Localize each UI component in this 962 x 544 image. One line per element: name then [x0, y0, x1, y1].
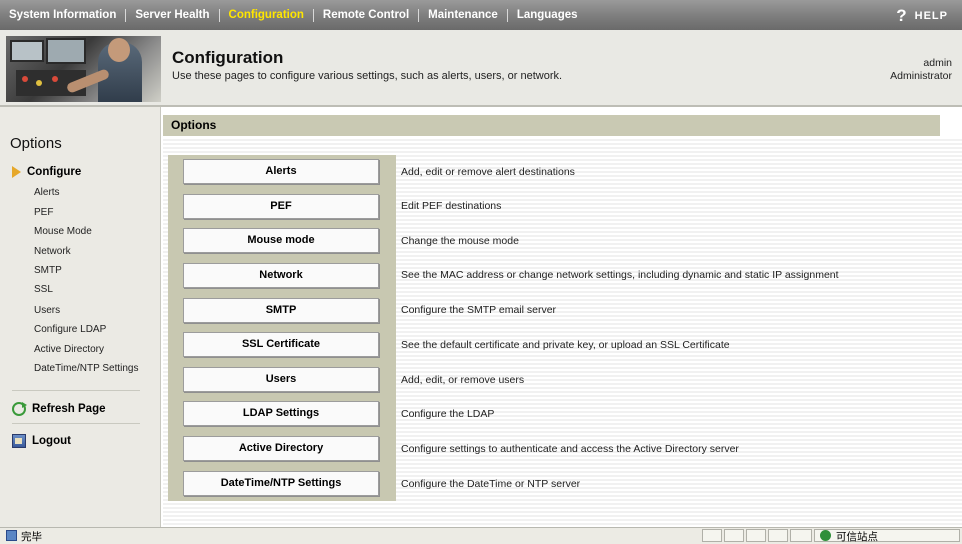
browser-status-bar: 完毕 可信站点 [0, 527, 962, 544]
sidebar-section-configure[interactable]: Configure [12, 166, 81, 178]
sidebar-link-smtp[interactable]: SMTP [34, 265, 62, 276]
arrow-right-icon [12, 166, 21, 178]
nav-system-information[interactable]: System Information [0, 9, 125, 21]
security-zone-text: 可信站点 [836, 531, 878, 543]
sidebar-link-configure-ldap[interactable]: Configure LDAP [34, 324, 106, 335]
nav-configuration[interactable]: Configuration [220, 9, 313, 21]
sidebar-link-mouse-mode[interactable]: Mouse Mode [34, 226, 92, 237]
header-photo [6, 36, 161, 102]
pef-button[interactable]: PEF [183, 194, 379, 219]
status-panel [702, 529, 722, 542]
users-description: Add, edit, or remove users [401, 374, 525, 386]
logout-icon [12, 434, 26, 448]
alerts-button[interactable]: Alerts [183, 159, 379, 184]
smtp-description: Configure the SMTP email server [401, 304, 557, 316]
network-button[interactable]: Network [183, 263, 379, 288]
smtp-button[interactable]: SMTP [183, 298, 379, 323]
help-icon: ? [896, 6, 907, 25]
user-name: admin [923, 57, 952, 69]
page-subtitle: Use these pages to configure various set… [172, 70, 563, 82]
status-panel [746, 529, 766, 542]
network-description: See the MAC address or change network se… [401, 269, 839, 281]
page-title: Configuration [172, 48, 284, 67]
nav-server-health[interactable]: Server Health [126, 9, 218, 21]
sidebar-link-network[interactable]: Network [34, 246, 71, 257]
user-role: Administrator [890, 70, 952, 82]
user-info: admin Administrator [890, 57, 952, 83]
status-panel [790, 529, 812, 542]
users-button[interactable]: Users [183, 367, 379, 392]
sidebar-divider [12, 423, 140, 424]
ssl-certificate-description: See the default certificate and private … [401, 339, 730, 351]
refresh-icon [12, 402, 27, 416]
sidebar-title: Options [10, 135, 62, 152]
sidebar-divider [12, 390, 140, 391]
sidebar-link-active-directory[interactable]: Active Directory [34, 344, 104, 355]
section-title-bar: Options [163, 115, 940, 136]
nav-remote-control[interactable]: Remote Control [314, 9, 418, 21]
sidebar: Options Configure Alerts PEF Mouse Mode … [0, 107, 161, 527]
help-label: HELP [914, 10, 948, 22]
sidebar-link-ssl[interactable]: SSL [34, 284, 53, 295]
top-navigation-bar: System Information Server Health Configu… [0, 0, 962, 30]
refresh-label: Refresh Page [32, 403, 106, 415]
ssl-certificate-button[interactable]: SSL Certificate [183, 332, 379, 357]
refresh-page-link[interactable]: Refresh Page [12, 402, 106, 416]
help-link[interactable]: ? HELP [896, 6, 948, 26]
status-panel [768, 529, 788, 542]
logout-link[interactable]: Logout [12, 434, 71, 448]
sidebar-section-label: Configure [27, 166, 82, 178]
page-icon [6, 530, 17, 541]
nav-maintenance[interactable]: Maintenance [419, 9, 507, 21]
alerts-description: Add, edit or remove alert destinations [401, 166, 575, 178]
active-directory-description: Configure settings to authenticate and a… [401, 443, 739, 455]
logout-label: Logout [32, 435, 71, 447]
ldap-settings-button[interactable]: LDAP Settings [183, 401, 379, 426]
mouse-mode-description: Change the mouse mode [401, 235, 519, 247]
nav-languages[interactable]: Languages [508, 9, 587, 21]
datetime-ntp-settings-button[interactable]: DateTime/NTP Settings [183, 471, 379, 496]
trusted-zone-check-icon [820, 530, 831, 541]
sidebar-link-alerts[interactable]: Alerts [34, 187, 60, 198]
sidebar-link-datetime-ntp[interactable]: DateTime/NTP Settings [34, 363, 138, 374]
pef-description: Edit PEF destinations [401, 200, 502, 212]
sidebar-link-pef[interactable]: PEF [34, 207, 53, 218]
mouse-mode-button[interactable]: Mouse mode [183, 228, 379, 253]
datetime-ntp-settings-description: Configure the DateTime or NTP server [401, 478, 581, 490]
sidebar-link-users[interactable]: Users [34, 305, 60, 316]
status-text: 完毕 [21, 531, 42, 543]
status-panel [724, 529, 744, 542]
active-directory-button[interactable]: Active Directory [183, 436, 379, 461]
ldap-settings-description: Configure the LDAP [401, 408, 495, 420]
